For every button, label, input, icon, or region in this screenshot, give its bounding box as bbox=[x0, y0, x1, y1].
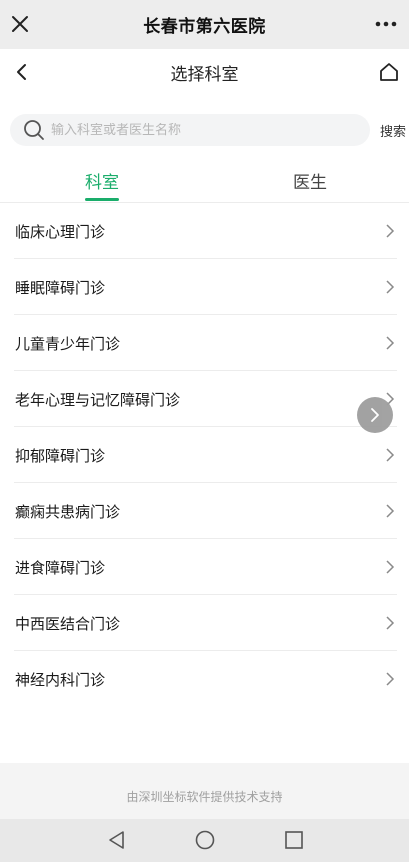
list-item-label: 老年心理与记忆障碍门诊 bbox=[15, 390, 181, 409]
list-item[interactable]: 睡眠障碍门诊 bbox=[0, 259, 409, 315]
footer: 由深圳坐标软件提供技术支持 bbox=[0, 763, 409, 819]
search-box[interactable] bbox=[10, 114, 370, 146]
home-icon[interactable] bbox=[377, 60, 401, 84]
tab-doctors[interactable]: 医生 bbox=[260, 168, 360, 193]
list-item-label: 进食障碍门诊 bbox=[15, 558, 106, 577]
list-item-label: 抑郁障碍门诊 bbox=[15, 446, 106, 465]
close-icon[interactable] bbox=[8, 12, 32, 36]
list-item[interactable]: 神经内科门诊 bbox=[0, 651, 409, 707]
floating-next-button[interactable] bbox=[357, 397, 393, 433]
chevron-right-icon bbox=[386, 448, 395, 462]
list-item[interactable]: 进食障碍门诊 bbox=[0, 539, 409, 595]
search-button[interactable]: 搜索 bbox=[380, 121, 406, 140]
chevron-right-icon bbox=[386, 336, 395, 350]
tab-departments[interactable]: 科室 bbox=[52, 168, 152, 193]
app-title: 长春市第六医院 bbox=[143, 17, 266, 37]
page-title: 选择科室 bbox=[170, 64, 239, 85]
chevron-left-icon[interactable] bbox=[10, 60, 34, 84]
page-nav-bar: 选择科室 bbox=[0, 49, 409, 95]
chevron-right-icon bbox=[386, 560, 395, 574]
list-item-label: 中西医结合门诊 bbox=[15, 614, 121, 633]
search-input[interactable] bbox=[51, 122, 351, 138]
chevron-right-icon bbox=[386, 280, 395, 294]
home-circle-icon[interactable] bbox=[195, 830, 215, 850]
active-tab-indicator bbox=[85, 198, 119, 201]
list-item-label: 临床心理门诊 bbox=[15, 222, 106, 241]
list-item[interactable]: 癫痫共患病门诊 bbox=[0, 483, 409, 539]
search-icon bbox=[24, 120, 44, 140]
chevron-right-icon bbox=[386, 672, 395, 686]
more-dots-icon[interactable] bbox=[373, 13, 399, 35]
list-item[interactable]: 中西医结合门诊 bbox=[0, 595, 409, 651]
list-item[interactable]: 老年心理与记忆障碍门诊 bbox=[0, 371, 409, 427]
system-nav-bar bbox=[0, 819, 409, 862]
list-item-label: 睡眠障碍门诊 bbox=[15, 278, 106, 297]
chevron-right-icon bbox=[386, 224, 395, 238]
chevron-right-icon bbox=[386, 616, 395, 630]
tab-bar: 科室 医生 bbox=[0, 160, 409, 202]
chevron-right-icon bbox=[371, 408, 379, 422]
footer-text: 由深圳坐标软件提供技术支持 bbox=[126, 790, 283, 804]
list-item-label: 儿童青少年门诊 bbox=[15, 334, 121, 353]
list-item[interactable]: 临床心理门诊 bbox=[0, 203, 409, 259]
back-triangle-icon[interactable] bbox=[107, 830, 127, 850]
list-item[interactable]: 儿童青少年门诊 bbox=[0, 315, 409, 371]
list-item[interactable]: 抑郁障碍门诊 bbox=[0, 427, 409, 483]
list-item-label: 癫痫共患病门诊 bbox=[15, 502, 121, 521]
chevron-right-icon bbox=[386, 504, 395, 518]
recent-apps-square-icon[interactable] bbox=[284, 830, 304, 850]
department-list: 临床心理门诊 睡眠障碍门诊 儿童青少年门诊 老年心理与记忆障碍门诊 抑郁障碍门诊… bbox=[0, 203, 409, 707]
list-item-label: 神经内科门诊 bbox=[15, 670, 106, 689]
search-row: 搜索 bbox=[0, 112, 409, 148]
app-top-bar: 长春市第六医院 bbox=[0, 0, 409, 49]
